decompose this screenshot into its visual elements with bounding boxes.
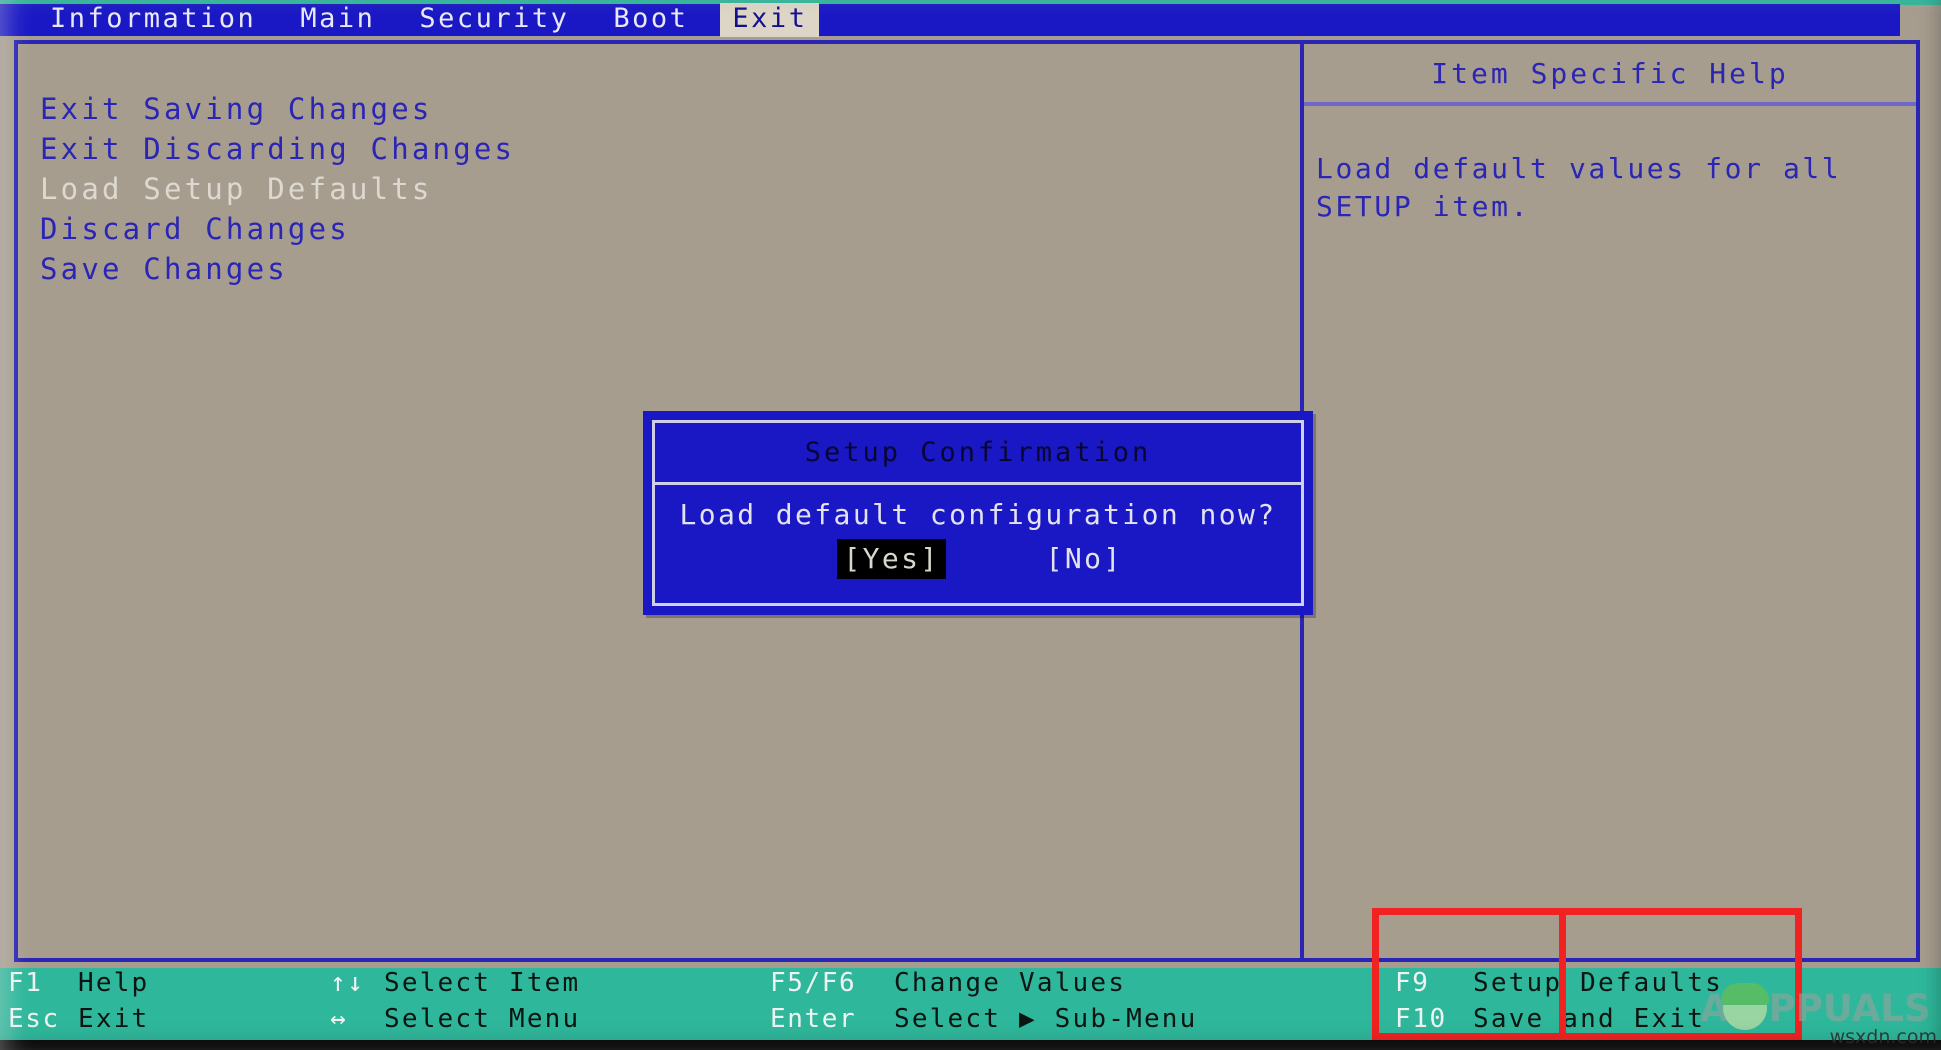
statusbar-row-save-and-exit[interactable]: F10 Save and Exit (1395, 1004, 1723, 1040)
key-desc-select-menu: Select Menu (384, 1004, 581, 1034)
statusbar-column-2: ↑↓ Select Item ↔ Select Menu (330, 968, 580, 1040)
key-desc-select-item: Select Item (384, 968, 581, 998)
tab-information[interactable]: Information (38, 3, 268, 37)
tab-main[interactable]: Main (288, 3, 387, 37)
statusbar-row-f1-help[interactable]: F1 Help (8, 968, 149, 1004)
status-bar: F1 Help Esc Exit ↑↓ Select Item ↔ Select… (0, 968, 1941, 1040)
key-desc-save-and-exit: Save and Exit (1473, 1004, 1706, 1034)
help-panel-body: Load default values for all SETUP item. (1304, 106, 1916, 226)
leftright-arrow-icon: ↔ (330, 1004, 348, 1034)
key-desc-select-submenu: Select ▶ Sub-Menu (894, 1004, 1198, 1034)
key-label-f10: F10 (1395, 1004, 1447, 1034)
key-label-enter: Enter (770, 1004, 857, 1034)
key-desc-setup-defaults: Setup Defaults (1473, 968, 1723, 998)
menu-item-exit-discarding-changes[interactable]: Exit Discarding Changes (40, 129, 515, 169)
key-desc-exit: Exit (78, 1004, 150, 1034)
dialog-titlebar: Setup Confirmation (655, 423, 1301, 485)
bios-setup-screen: Information Main Security Boot Exit Exit… (0, 0, 1941, 1050)
no-button[interactable]: [No] (1040, 539, 1129, 579)
menu-item-exit-saving-changes[interactable]: Exit Saving Changes (40, 89, 515, 129)
exit-menu-list: Exit Saving Changes Exit Discarding Chan… (40, 89, 515, 289)
dialog-body: Load default configuration now? [Yes] [N… (655, 485, 1301, 603)
help-text-line-1: Load default values for all (1316, 152, 1842, 185)
dialog-button-row: [Yes] [No] (827, 539, 1128, 579)
statusbar-row-select-submenu[interactable]: Enter Select ▶ Sub-Menu (770, 1004, 1198, 1040)
statusbar-row-select-item[interactable]: ↑↓ Select Item (330, 968, 580, 1004)
key-desc-help: Help (78, 968, 150, 998)
statusbar-row-select-menu[interactable]: ↔ Select Menu (330, 1004, 580, 1040)
statusbar-underline (0, 1040, 1941, 1050)
help-panel-title: Item Specific Help (1431, 56, 1789, 90)
key-label-f5-f6: F5/F6 (770, 968, 857, 998)
tab-exit[interactable]: Exit (720, 3, 820, 37)
statusbar-row-setup-defaults[interactable]: F9 Setup Defaults (1395, 968, 1723, 1004)
setup-confirmation-dialog: Setup Confirmation Load default configur… (643, 411, 1313, 615)
dialog-title: Setup Confirmation (804, 437, 1152, 468)
statusbar-row-change-values[interactable]: F5/F6 Change Values (770, 968, 1198, 1004)
statusbar-column-1: F1 Help Esc Exit (8, 968, 149, 1040)
updown-arrow-icon: ↑↓ (330, 968, 365, 998)
key-label-f1: F1 (8, 968, 43, 998)
statusbar-column-3: F5/F6 Change Values Enter Select ▶ Sub-M… (770, 968, 1198, 1040)
menu-bar: Information Main Security Boot Exit (0, 3, 1900, 37)
key-desc-change-values: Change Values (894, 968, 1127, 998)
tab-boot[interactable]: Boot (601, 3, 700, 37)
help-text-line-2: SETUP item. (1316, 190, 1531, 223)
statusbar-row-esc-exit[interactable]: Esc Exit (8, 1004, 149, 1040)
help-panel-header: Item Specific Help (1304, 44, 1916, 106)
item-specific-help-panel: Item Specific Help Load default values f… (1300, 40, 1920, 962)
dialog-question-text: Load default configuration now? (679, 498, 1277, 531)
menu-item-discard-changes[interactable]: Discard Changes (40, 209, 515, 249)
tab-security[interactable]: Security (407, 3, 581, 37)
dialog-inner-frame: Setup Confirmation Load default configur… (652, 420, 1304, 606)
menu-item-load-setup-defaults[interactable]: Load Setup Defaults (40, 169, 515, 209)
yes-button[interactable]: [Yes] (837, 539, 946, 579)
statusbar-column-4: F9 Setup Defaults F10 Save and Exit (1395, 968, 1723, 1040)
key-label-f9: F9 (1395, 968, 1430, 998)
menu-item-save-changes[interactable]: Save Changes (40, 249, 515, 289)
key-label-esc: Esc (8, 1004, 60, 1034)
